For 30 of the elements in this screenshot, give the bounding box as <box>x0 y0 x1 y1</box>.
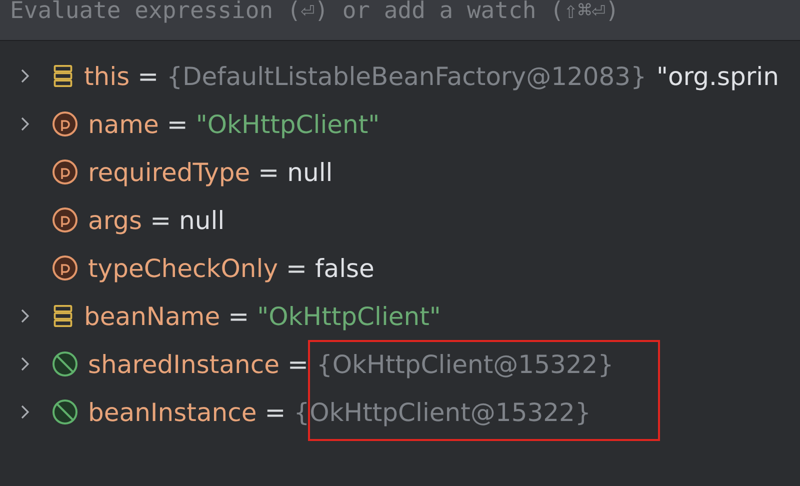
equals-sign: = <box>258 158 280 186</box>
variable-value: {OkHttpClient@15322} <box>316 350 614 378</box>
variable-name: name <box>88 110 159 138</box>
variable-value-string: "org.sprin <box>656 62 779 90</box>
equals-sign: = <box>286 254 307 282</box>
equals-sign: = <box>138 62 159 90</box>
variable-name: sharedInstance <box>88 350 280 378</box>
equals-sign: = <box>264 398 286 426</box>
variable-value: null <box>179 206 225 234</box>
equals-sign: = <box>166 110 188 138</box>
equals-sign: = <box>150 206 172 234</box>
variable-value: "OkHttpClient" <box>196 110 380 138</box>
chevron-icon[interactable] <box>20 356 30 372</box>
variable-value: null <box>287 158 333 186</box>
variable-value: {DefaultListableBeanFactory@12083} <box>166 62 646 90</box>
variable-name: requiredType <box>88 158 250 186</box>
chevron-icon[interactable] <box>20 68 30 84</box>
chevron-icon[interactable] <box>20 404 30 420</box>
watch-expression-field[interactable]: Evaluate expression (⏎) or add a watch (⇧⌘⏎) <box>0 0 800 41</box>
variable-name: typeCheckOnly <box>88 254 278 282</box>
chevron-icon[interactable] <box>20 116 30 132</box>
chevron-icon[interactable] <box>20 308 30 324</box>
equals-sign: = <box>288 350 308 378</box>
equals-sign: = <box>228 302 250 330</box>
variable-name: beanInstance <box>88 398 257 426</box>
variable-name: this <box>84 62 130 90</box>
variable-value: false <box>314 254 374 282</box>
variable-name: args <box>88 206 142 234</box>
variable-value: "OkHttpClient" <box>257 302 441 330</box>
variable-name: beanName <box>84 302 220 330</box>
